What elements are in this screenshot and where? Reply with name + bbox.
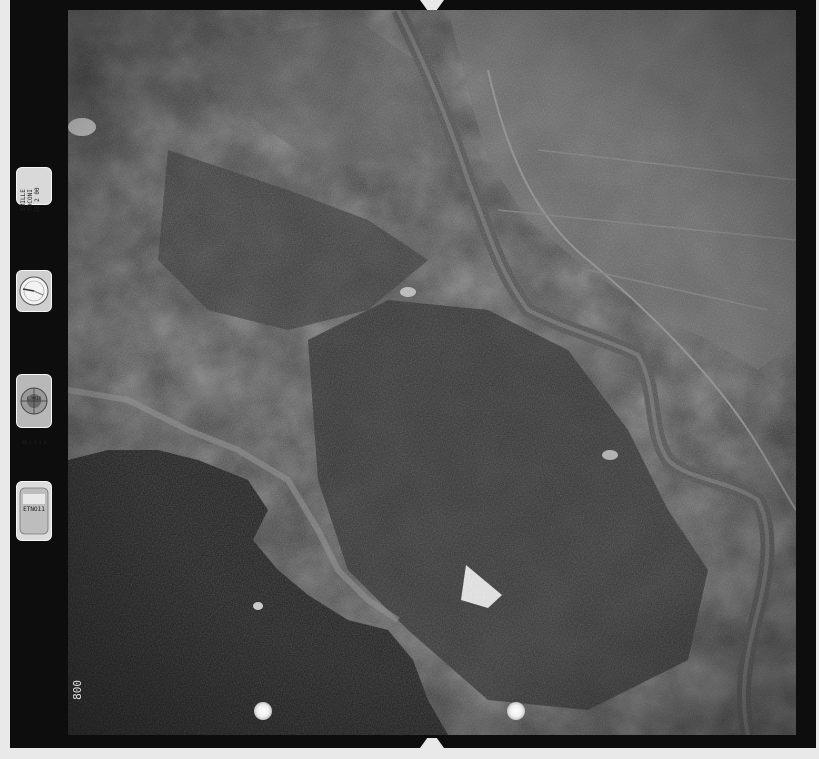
- compass-plate: [16, 270, 52, 312]
- altimeter-label: C.MAIR 80 1 3 4 6: [21, 396, 47, 445]
- clock-plate: ETNO11: [16, 481, 52, 541]
- info-label-text: EMILLE TOCONI 18 2 00: [20, 187, 41, 213]
- compass-dial-icon: [19, 276, 49, 306]
- clock-label: ETNO11: [23, 506, 45, 513]
- aerial-photo: [68, 10, 796, 735]
- fiducial-mark-icon: [507, 702, 525, 720]
- frame-number: 800: [71, 680, 84, 700]
- info-label-plate: EMILLE TOCONI 18 2 00: [16, 167, 52, 213]
- fiducial-mark-icon: [254, 702, 272, 720]
- altimeter-plate: C.MAIR 80 1 3 4 6: [16, 374, 52, 445]
- vignette: [68, 10, 796, 735]
- aerial-photo-canvas: [68, 10, 796, 735]
